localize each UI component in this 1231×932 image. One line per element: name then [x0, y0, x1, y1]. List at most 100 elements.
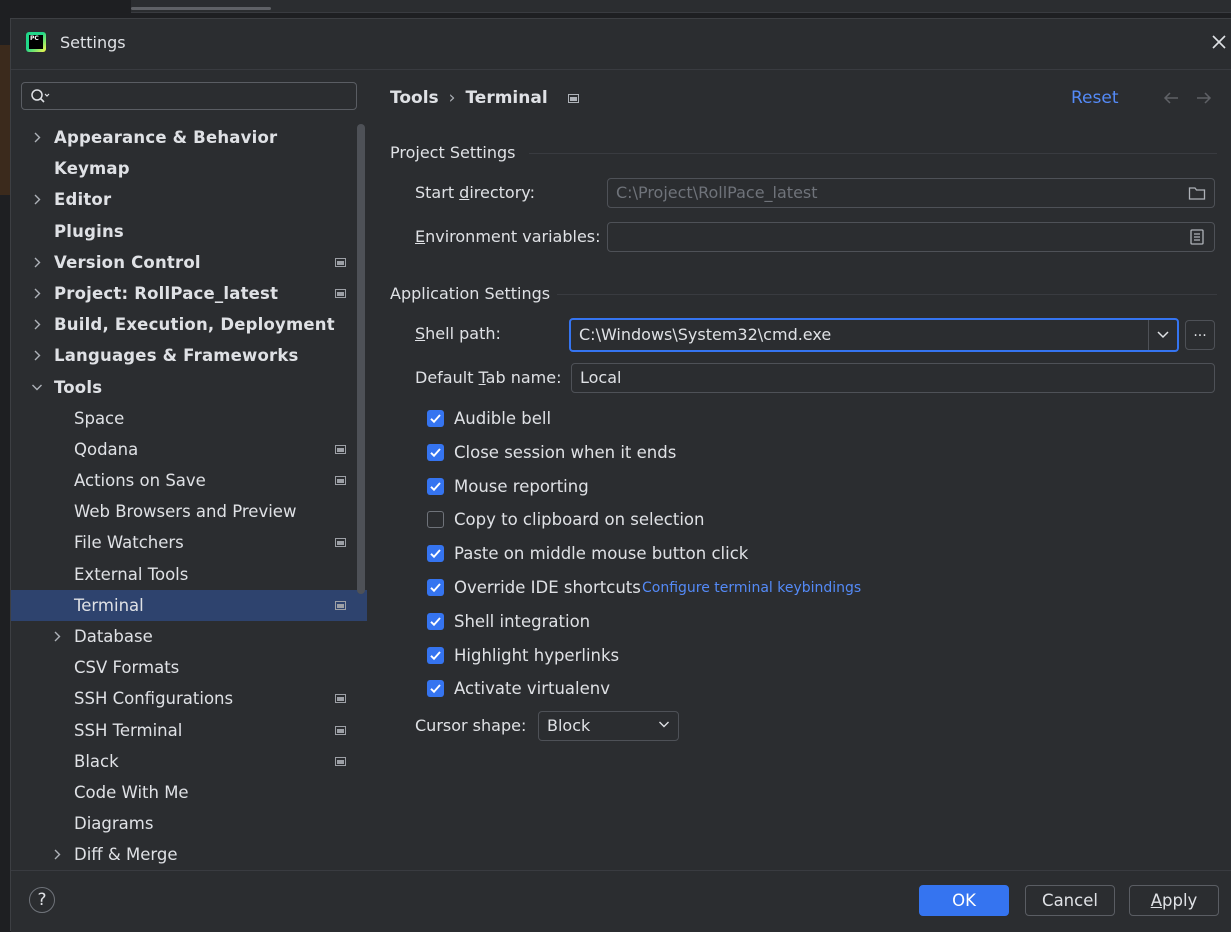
combo-divider [1148, 320, 1149, 350]
chevron-right-icon[interactable] [31, 247, 43, 278]
breadcrumb-separator: › [448, 88, 456, 108]
sidebar-item-label: Project: RollPace_latest [54, 283, 279, 303]
checkbox-checked[interactable] [427, 646, 444, 664]
dialog-footer: ? OK Cancel Apply [11, 870, 1231, 932]
sidebar-item-tools[interactable]: Tools [11, 372, 367, 403]
sidebar-item-black[interactable]: Black [11, 746, 367, 777]
sidebar-item-label: Space [74, 408, 125, 428]
project-level-icon [567, 93, 579, 103]
checkbox-label: Audible bell [454, 409, 552, 428]
breadcrumb-parent[interactable]: Tools [390, 88, 439, 108]
chevron-down-icon[interactable] [1156, 330, 1170, 340]
project-settings-title: Project Settings [390, 143, 516, 162]
shell-path-combobox[interactable]: C:\Windows\System32\cmd.exe [569, 318, 1179, 352]
env-vars-field[interactable] [607, 222, 1215, 252]
sidebar-item-web-browsers-and-preview[interactable]: Web Browsers and Preview [11, 496, 367, 527]
close-icon[interactable] [1210, 33, 1228, 51]
sidebar-item-editor[interactable]: Editor [11, 184, 367, 215]
checkmark-icon [430, 481, 441, 491]
sidebar-item-code-with-me[interactable]: Code With Me [11, 777, 367, 808]
start-directory-value: C:\Project\RollPace_latest [616, 183, 818, 202]
sidebar-item-label: File Watchers [74, 533, 184, 553]
sidebar-item-keymap[interactable]: Keymap [11, 153, 367, 184]
start-directory-field[interactable]: C:\Project\RollPace_latest [607, 178, 1215, 208]
back-arrow-icon[interactable] [1162, 90, 1180, 106]
checkmark-icon [430, 650, 441, 660]
sidebar-item-external-tools[interactable]: External Tools [11, 559, 367, 590]
sidebar-item-space[interactable]: Space [11, 403, 367, 434]
chevron-right-icon[interactable] [51, 839, 63, 870]
cancel-button[interactable]: Cancel [1025, 885, 1115, 916]
shell-path-value: C:\Windows\System32\cmd.exe [579, 325, 832, 344]
search-icon [31, 89, 50, 103]
sidebar-item-actions-on-save[interactable]: Actions on Save [11, 465, 367, 496]
chevron-right-icon[interactable] [31, 340, 43, 371]
sidebar-item-version-control[interactable]: Version Control [11, 247, 367, 278]
sidebar-item-appearance-behavior[interactable]: Appearance & Behavior [11, 122, 367, 153]
checkbox-checked[interactable] [427, 477, 444, 495]
cursor-shape-select[interactable]: Block [538, 711, 679, 741]
chevron-down-icon [659, 721, 669, 728]
sidebar-item-label: Keymap [54, 159, 130, 179]
sidebar-item-label: Build, Execution, Deployment [54, 315, 335, 335]
checkbox-label: Mouse reporting [454, 476, 589, 496]
checkbox-checked[interactable] [427, 680, 444, 698]
apply-button[interactable]: Apply [1129, 885, 1219, 916]
sidebar-item-ssh-terminal[interactable]: SSH Terminal [11, 715, 367, 746]
configure-keybindings-link[interactable]: Configure terminal keybindings [642, 580, 861, 596]
chevron-right-icon[interactable] [31, 278, 43, 309]
sidebar-item-label: Appearance & Behavior [54, 128, 278, 147]
title-bar: PC Settings [11, 19, 1231, 70]
project-level-icon [335, 257, 346, 267]
checkbox-checked[interactable] [427, 579, 444, 596]
checkbox-checked[interactable] [427, 443, 444, 461]
chevron-right-icon[interactable] [51, 621, 63, 652]
section-divider [557, 294, 1217, 295]
forward-arrow-icon[interactable] [1195, 90, 1213, 106]
checkmark-icon [430, 583, 441, 593]
sidebar-item-database[interactable]: Database [11, 621, 367, 652]
tab-name-field[interactable]: Local [571, 363, 1215, 393]
checkbox-checked[interactable] [427, 545, 444, 563]
sidebar-item-languages-frameworks[interactable]: Languages & Frameworks [11, 340, 367, 371]
sidebar-item-build-execution-deployment[interactable]: Build, Execution, Deployment [11, 309, 367, 340]
chevron-right-icon[interactable] [31, 122, 43, 153]
project-level-icon [335, 725, 346, 735]
sidebar-item-label: Diff & Merge [74, 845, 178, 865]
document-icon[interactable] [1188, 228, 1206, 246]
chevron-right-icon[interactable] [31, 309, 43, 340]
checkbox-unchecked[interactable] [427, 511, 444, 529]
sidebar-item-label: Qodana [74, 439, 139, 459]
reset-link[interactable]: Reset [1071, 88, 1119, 108]
checkbox-checked[interactable] [427, 612, 444, 630]
folder-icon[interactable] [1188, 184, 1206, 202]
checkbox-label: Shell integration [454, 611, 591, 631]
help-button[interactable]: ? [29, 887, 55, 913]
sidebar-item-label: Terminal [74, 595, 144, 615]
sidebar-item-label: CSV Formats [74, 658, 180, 678]
sidebar-item-plugins[interactable]: Plugins [11, 216, 367, 247]
sidebar-item-terminal[interactable]: Terminal [11, 589, 367, 621]
sidebar-item-diagrams[interactable]: Diagrams [11, 808, 367, 839]
checkbox-checked[interactable] [427, 410, 444, 427]
sidebar-item-file-watchers[interactable]: File Watchers [11, 527, 367, 558]
sidebar-item-label: Black [74, 751, 119, 771]
shell-path-browse-button[interactable]: ... [1185, 320, 1215, 350]
sidebar-item-diff-merge[interactable]: Diff & Merge [11, 839, 367, 870]
settings-search-input[interactable] [21, 82, 357, 110]
sidebar-item-qodana[interactable]: Qodana [11, 434, 367, 465]
sidebar-scrollbar[interactable] [357, 124, 365, 594]
sidebar-item-project-rollpace-latest[interactable]: Project: RollPace_latest [11, 278, 367, 309]
shell-path-label: Shell path: [415, 324, 501, 343]
chevron-down-icon[interactable] [31, 372, 43, 403]
ide-background-tabbar [0, 0, 1231, 14]
sidebar-item-label: Plugins [54, 221, 124, 241]
chevron-right-icon[interactable] [31, 184, 43, 215]
ok-button[interactable]: OK [919, 885, 1009, 916]
settings-dialog: PC Settings Appearance & Behavior Keymap E… [10, 18, 1231, 932]
sidebar-item-ssh-configurations[interactable]: SSH Configurations [11, 683, 367, 714]
application-settings-title: Application Settings [390, 284, 551, 303]
checkbox-label: Highlight hyperlinks [454, 645, 620, 665]
project-level-icon [335, 538, 346, 548]
sidebar-item-csv-formats[interactable]: CSV Formats [11, 652, 367, 683]
